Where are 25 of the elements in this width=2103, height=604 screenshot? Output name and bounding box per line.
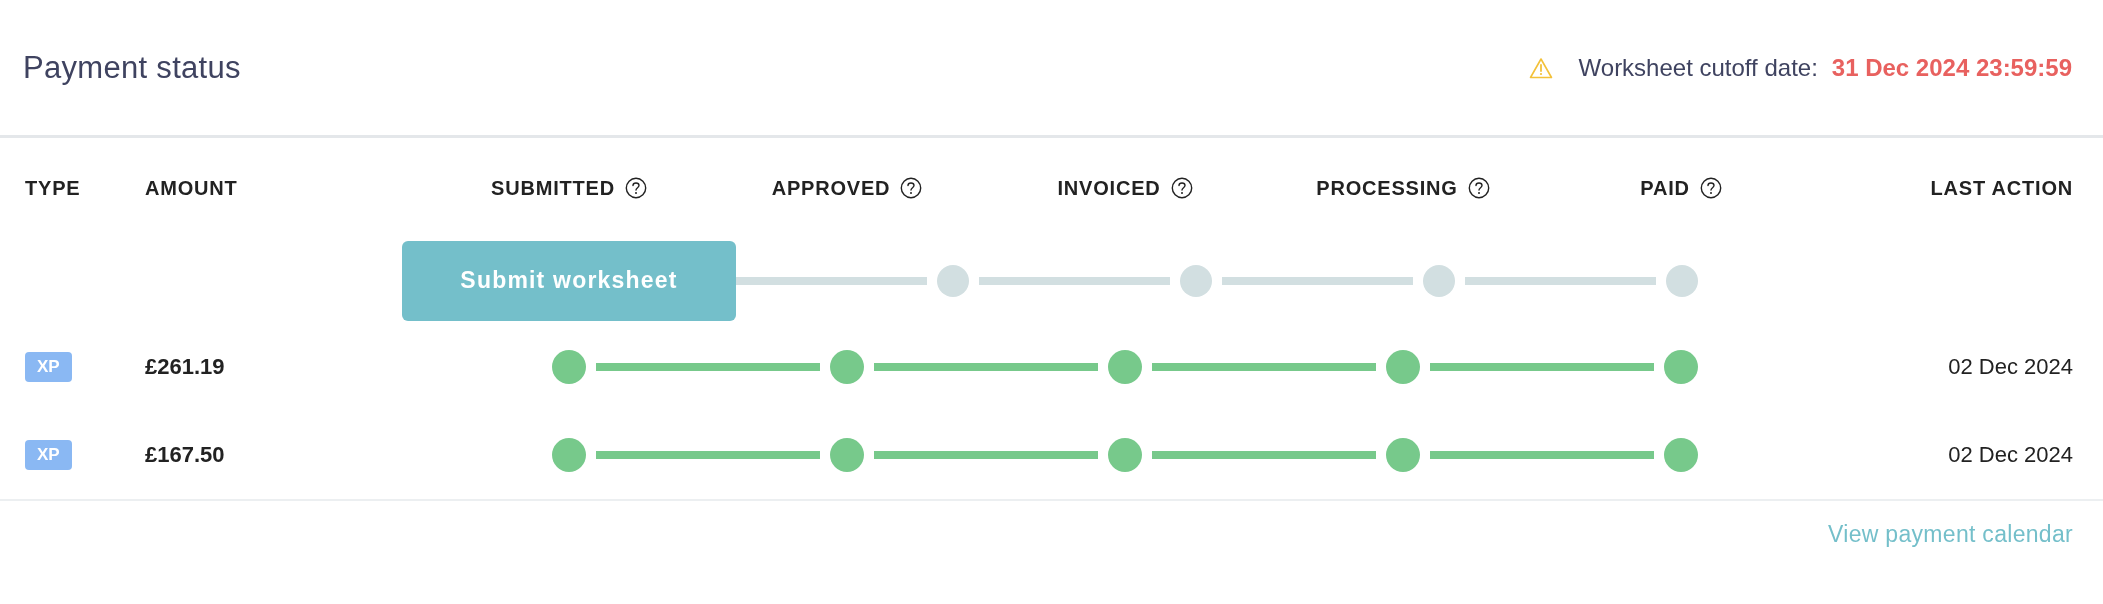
cutoff-date: 31 Dec 2024 23:59:59 [1831,53,2072,82]
column-header: SUBMITTED [491,176,615,200]
amount-text: £167.50 [145,442,225,467]
last-action-date: 02 Dec 2024 [1948,354,2073,380]
column-header: TYPE [25,176,81,200]
column-header: LAST ACTION [1930,176,2073,200]
column-header: APPROVED [771,176,891,200]
type-badge: XP [25,440,72,470]
help-icon[interactable] [624,177,647,199]
last-action-date: 02 Dec 2024 [1948,442,2073,468]
amount-text: £261.19 [145,354,225,379]
page-title: Payment status [23,49,241,86]
column-header: INVOICED [1057,176,1161,200]
payment-calendar-link[interactable]: View payment calendar [1828,521,2073,548]
type-badge: XP [25,352,72,382]
column-header: PROCESSING [1316,176,1458,200]
help-icon[interactable] [1699,177,1722,199]
column-header: PAID [1640,176,1690,200]
help-icon[interactable] [1467,177,1490,199]
help-icon[interactable] [900,177,923,199]
help-icon[interactable] [1170,177,1193,199]
column-header: AMOUNT [145,176,238,200]
cutoff-label: Worksheet cutoff date: [1578,53,1818,82]
warning-icon [1528,56,1553,79]
submit-worksheet-button[interactable]: Submit worksheet [402,240,736,321]
